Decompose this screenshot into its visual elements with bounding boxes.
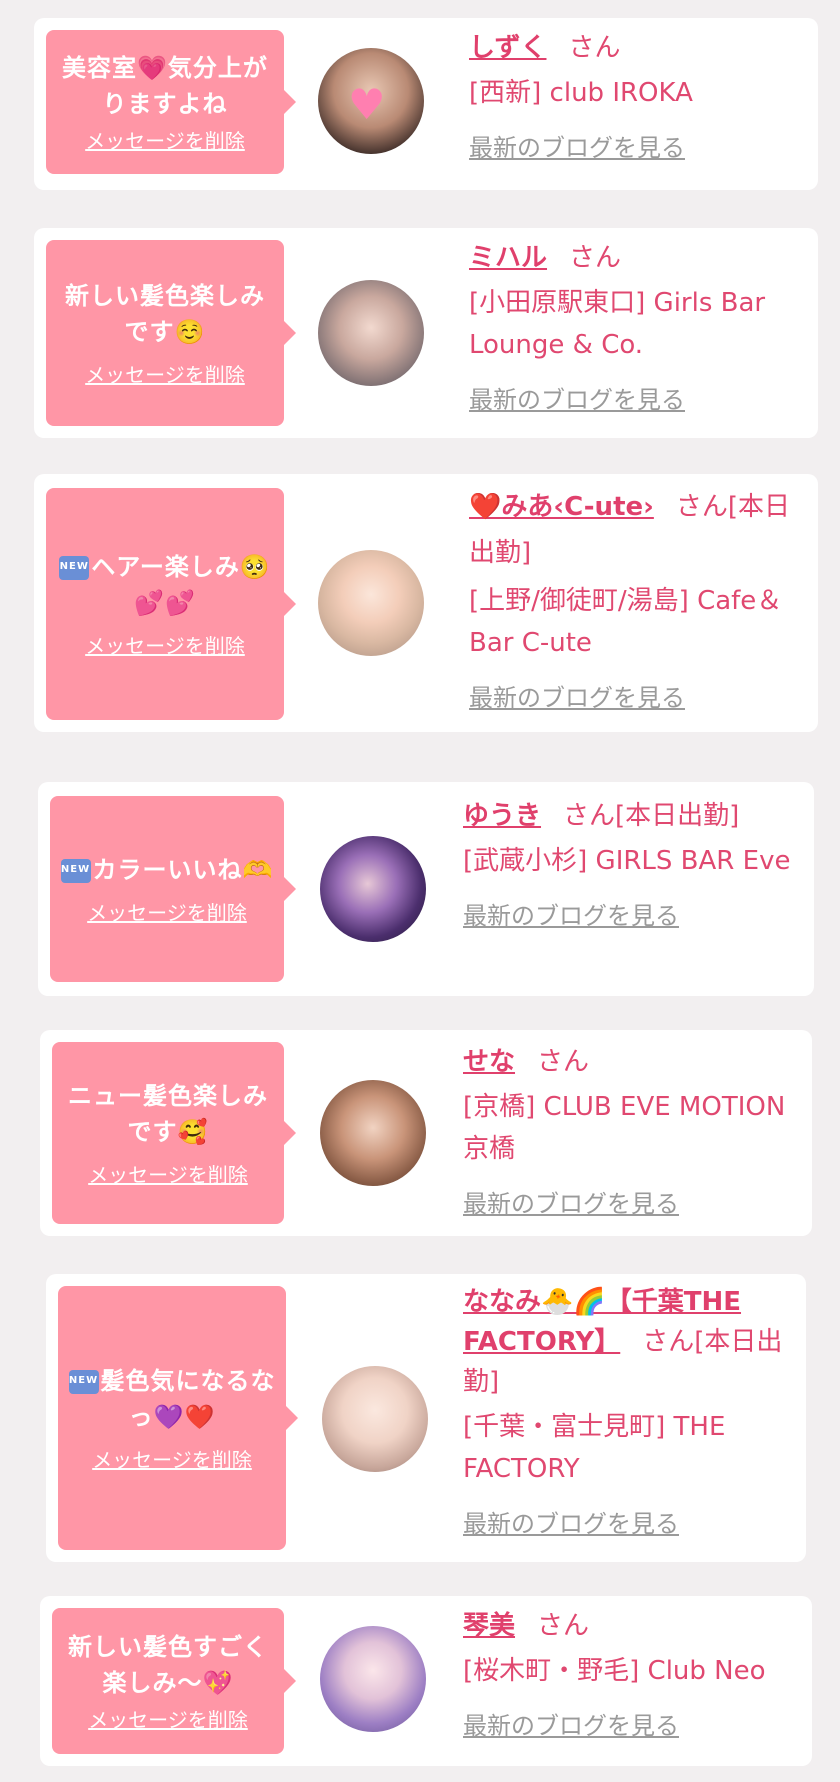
latest-blog-link[interactable]: 最新のブログを見る: [469, 132, 796, 164]
cast-name-link[interactable]: せな: [463, 1047, 515, 1077]
latest-blog-link[interactable]: 最新のブログを見る: [469, 682, 796, 714]
shop-label: [西新] club IROKA: [469, 78, 693, 108]
avatar[interactable]: [320, 836, 426, 942]
latest-blog-link[interactable]: 最新のブログを見る: [463, 900, 792, 932]
latest-blog-link[interactable]: 最新のブログを見る: [463, 1508, 794, 1540]
latest-blog-link[interactable]: 最新のブログを見る: [463, 1188, 790, 1220]
shop-label: [上野/御徒町/湯島] Cafe＆Bar C-ute: [469, 586, 783, 658]
honorific: さん: [568, 33, 621, 63]
message-bubble: NEWカラーいいね🫶 メッセージを削除: [50, 796, 296, 982]
delete-message-link[interactable]: メッセージを削除: [87, 900, 247, 926]
message-bubble: NEWヘアー楽しみ🥺💕💕 メッセージを削除: [46, 488, 296, 720]
message-text: NEWヘアー楽しみ🥺💕💕: [56, 549, 274, 621]
message-text: 新しい髪色楽しみです☺️: [65, 282, 265, 346]
new-badge-icon: NEW: [59, 556, 90, 580]
message-bubble: ニュー髪色楽しみです🥰 メッセージを削除: [52, 1042, 296, 1224]
avatar[interactable]: [318, 550, 424, 656]
shop-label: [桜木町・野毛] Club Neo: [463, 1656, 766, 1686]
message-card: NEW髪色気になるなっ💜❤️ メッセージを削除 ななみ🐣🌈【千葉THE FACT…: [46, 1274, 806, 1562]
message-body: カラーいいね🫶: [92, 856, 274, 884]
cast-info: ❤️みあ‹C-ute› さん[本日出勤] [上野/御徒町/湯島] Cafe＆Bar…: [469, 484, 796, 714]
avatar[interactable]: [320, 1626, 426, 1732]
honorific: さん: [537, 1047, 590, 1077]
delete-message-link[interactable]: メッセージを削除: [85, 362, 245, 388]
cast-info: ゆうき さん[本日出勤] [武蔵小杉] GIRLS BAR Eve 最新のブログを…: [463, 796, 792, 932]
message-text: 美容室💗気分上がりますよね: [62, 54, 268, 118]
new-badge-icon: NEW: [60, 859, 91, 883]
shop-label: [小田原駅東口] Girls Bar Lounge & Co.: [469, 288, 766, 360]
name-line: ミハル さん: [469, 238, 796, 278]
avatar[interactable]: ♥: [318, 48, 424, 154]
message-card: 新しい髪色すごく楽しみ〜💖 メッセージを削除 琴美 さん [桜木町・野毛] Clu…: [40, 1596, 812, 1766]
message-body: ヘアー楽しみ🥺💕💕: [91, 553, 271, 617]
message-card: 美容室💗気分上がりますよね メッセージを削除 ♥ しずく さん [西新] club…: [34, 18, 818, 190]
message-bubble: 新しい髪色楽しみです☺️ メッセージを削除: [46, 240, 296, 426]
name-line: 琴美 さん: [463, 1606, 790, 1646]
avatar[interactable]: [320, 1080, 426, 1186]
name-line: ❤️みあ‹C-ute› さん[本日出勤]: [469, 484, 796, 576]
cast-name-link[interactable]: ❤️みあ‹C-ute›: [469, 492, 654, 522]
message-text: NEW髪色気になるなっ💜❤️: [68, 1363, 276, 1435]
message-body: 髪色気になるなっ💜❤️: [100, 1367, 276, 1431]
cast-name-link[interactable]: 琴美: [463, 1611, 515, 1641]
latest-blog-link[interactable]: 最新のブログを見る: [469, 384, 796, 416]
cast-name-link[interactable]: しずく: [469, 33, 546, 63]
shop-label: [千葉・富士見町] THE FACTORY: [463, 1412, 726, 1484]
name-line: ななみ🐣🌈【千葉THE FACTORY】 さん[本日出勤]: [463, 1282, 794, 1402]
cast-info: せな さん [京橋] CLUB EVE MOTION 京橋 最新のブログを見る: [463, 1042, 790, 1220]
message-card: NEWヘアー楽しみ🥺💕💕 メッセージを削除 ❤️みあ‹C-ute› さん[本日出勤…: [34, 474, 818, 732]
cast-info: しずく さん [西新] club IROKA 最新のブログを見る: [469, 28, 796, 164]
cast-info: ななみ🐣🌈【千葉THE FACTORY】 さん[本日出勤] [千葉・富士見町] T…: [463, 1282, 794, 1540]
delete-message-link[interactable]: メッセージを削除: [88, 1162, 248, 1188]
shop-label: [武蔵小杉] GIRLS BAR Eve: [463, 846, 791, 876]
avatar[interactable]: [322, 1366, 428, 1472]
message-card: NEWカラーいいね🫶 メッセージを削除 ゆうき さん[本日出勤] [武蔵小杉] G…: [38, 782, 814, 996]
message-text: 新しい髪色すごく楽しみ〜💖: [68, 1633, 268, 1697]
cast-info: ミハル さん [小田原駅東口] Girls Bar Lounge & Co. 最新…: [469, 238, 796, 416]
name-line: しずく さん: [469, 28, 796, 68]
honorific: さん: [537, 1611, 590, 1641]
message-text: NEWカラーいいね🫶: [60, 852, 274, 888]
delete-message-link[interactable]: メッセージを削除: [85, 128, 245, 154]
name-line: ゆうき さん[本日出勤]: [463, 796, 792, 836]
message-bubble: 新しい髪色すごく楽しみ〜💖 メッセージを削除: [52, 1608, 296, 1754]
message-bubble: 美容室💗気分上がりますよね メッセージを削除: [46, 30, 296, 174]
delete-message-link[interactable]: メッセージを削除: [85, 633, 245, 659]
cast-name-link[interactable]: ゆうき: [463, 801, 541, 831]
cast-info: 琴美 さん [桜木町・野毛] Club Neo 最新のブログを見る: [463, 1606, 790, 1742]
latest-blog-link[interactable]: 最新のブログを見る: [463, 1710, 790, 1742]
message-card: 新しい髪色楽しみです☺️ メッセージを削除 ミハル さん [小田原駅東口] Gir…: [34, 228, 818, 438]
cast-name-link[interactable]: ミハル: [469, 243, 547, 273]
avatar[interactable]: [318, 280, 424, 386]
shop-label: [京橋] CLUB EVE MOTION 京橋: [463, 1092, 786, 1164]
delete-message-link[interactable]: メッセージを削除: [88, 1707, 248, 1733]
honorific: さん[本日出勤]: [563, 801, 740, 831]
honorific: さん: [569, 243, 622, 273]
name-line: せな さん: [463, 1042, 790, 1082]
message-card: ニュー髪色楽しみです🥰 メッセージを削除 せな さん [京橋] CLUB EVE …: [40, 1030, 812, 1236]
heart-sticker-icon: ♥: [348, 80, 386, 129]
message-text: ニュー髪色楽しみです🥰: [68, 1082, 268, 1146]
delete-message-link[interactable]: メッセージを削除: [92, 1447, 252, 1473]
new-badge-icon: NEW: [68, 1370, 99, 1394]
message-bubble: NEW髪色気になるなっ💜❤️ メッセージを削除: [58, 1286, 298, 1550]
